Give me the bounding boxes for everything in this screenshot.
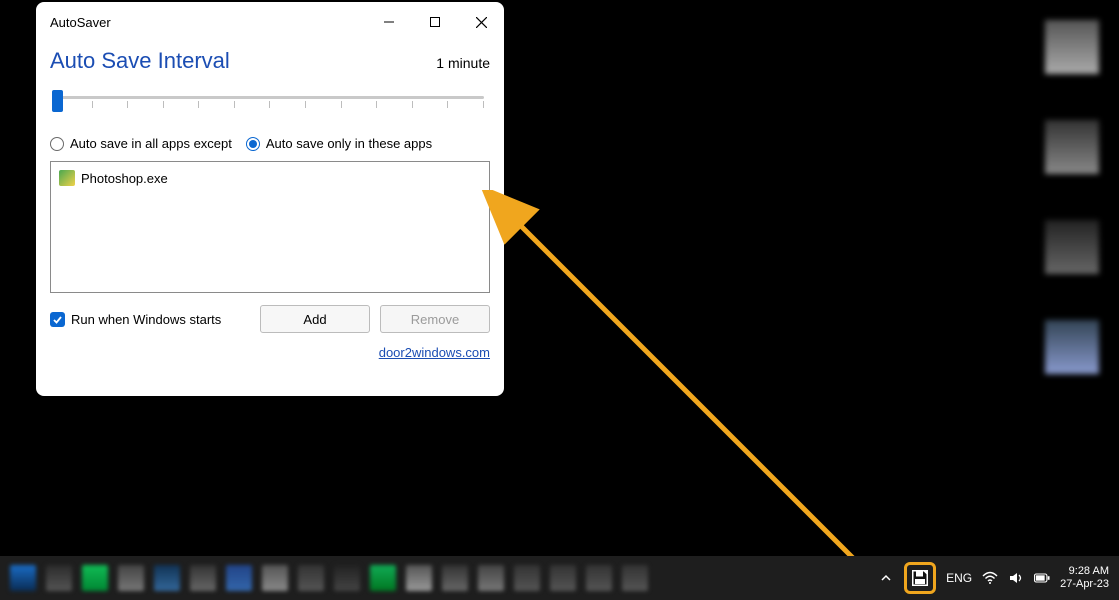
taskbar-app[interactable]	[478, 565, 504, 591]
volume-icon[interactable]	[1008, 570, 1024, 586]
desktop-icon[interactable]	[1045, 220, 1099, 274]
taskbar-app[interactable]	[298, 565, 324, 591]
battery-icon[interactable]	[1034, 570, 1050, 586]
radio-except-label: Auto save in all apps except	[70, 136, 232, 151]
taskbar-app[interactable]	[370, 565, 396, 591]
radio-only[interactable]: Auto save only in these apps	[246, 136, 432, 151]
taskbar-app[interactable]	[514, 565, 540, 591]
close-button[interactable]	[458, 2, 504, 42]
list-item-label: Photoshop.exe	[81, 171, 168, 186]
add-button[interactable]: Add	[260, 305, 370, 333]
taskbar-app[interactable]	[442, 565, 468, 591]
run-on-start-checkbox[interactable]: Run when Windows starts	[50, 312, 250, 327]
desktop-icon[interactable]	[1045, 320, 1099, 374]
titlebar: AutoSaver	[36, 2, 504, 42]
taskbar-app[interactable]	[262, 565, 288, 591]
annotation-arrow	[470, 190, 900, 580]
taskbar: ENG 9:28 AM 27-Apr-23	[0, 556, 1119, 600]
clock-time: 9:28 AM	[1060, 565, 1109, 578]
taskbar-app[interactable]	[226, 565, 252, 591]
floppy-save-icon[interactable]	[910, 568, 930, 588]
radio-icon	[246, 137, 260, 151]
taskbar-app[interactable]	[550, 565, 576, 591]
taskbar-app[interactable]	[46, 565, 72, 591]
interval-value: 1 minute	[436, 55, 490, 71]
radio-only-label: Auto save only in these apps	[266, 136, 432, 151]
desktop-icons-column	[1045, 20, 1099, 374]
taskbar-app[interactable]	[334, 565, 360, 591]
minimize-button[interactable]	[366, 2, 412, 42]
taskbar-app[interactable]	[586, 565, 612, 591]
section-heading: Auto Save Interval	[50, 48, 230, 74]
tray-language[interactable]: ENG	[946, 571, 972, 585]
radio-icon	[50, 137, 64, 151]
tray-overflow-icon[interactable]	[878, 570, 894, 586]
run-on-start-label: Run when Windows starts	[71, 312, 221, 327]
taskbar-apps	[0, 565, 648, 591]
taskbar-app[interactable]	[154, 565, 180, 591]
slider-thumb[interactable]	[52, 90, 63, 112]
taskbar-app[interactable]	[406, 565, 432, 591]
desktop-icon[interactable]	[1045, 20, 1099, 74]
autosaver-window: AutoSaver Auto Save Interval 1 minute Au…	[36, 2, 504, 396]
maximize-button[interactable]	[412, 2, 458, 42]
website-link[interactable]: door2windows.com	[379, 345, 490, 360]
radio-except[interactable]: Auto save in all apps except	[50, 136, 232, 151]
remove-button[interactable]: Remove	[380, 305, 490, 333]
list-item[interactable]: Photoshop.exe	[59, 168, 481, 188]
apps-listbox[interactable]: Photoshop.exe	[50, 161, 490, 293]
checkbox-icon	[50, 312, 65, 327]
tray-autosaver-highlight	[904, 562, 936, 594]
taskbar-app[interactable]	[622, 565, 648, 591]
taskbar-app[interactable]	[82, 565, 108, 591]
app-icon	[59, 170, 75, 186]
taskbar-tray: ENG 9:28 AM 27-Apr-23	[878, 562, 1119, 594]
window-title: AutoSaver	[50, 15, 366, 30]
desktop-icon[interactable]	[1045, 120, 1099, 174]
taskbar-app[interactable]	[118, 565, 144, 591]
taskbar-app[interactable]	[190, 565, 216, 591]
interval-slider[interactable]	[50, 88, 490, 118]
taskbar-app[interactable]	[10, 565, 36, 591]
clock-date: 27-Apr-23	[1060, 578, 1109, 591]
wifi-icon[interactable]	[982, 570, 998, 586]
taskbar-clock[interactable]: 9:28 AM 27-Apr-23	[1060, 565, 1109, 591]
